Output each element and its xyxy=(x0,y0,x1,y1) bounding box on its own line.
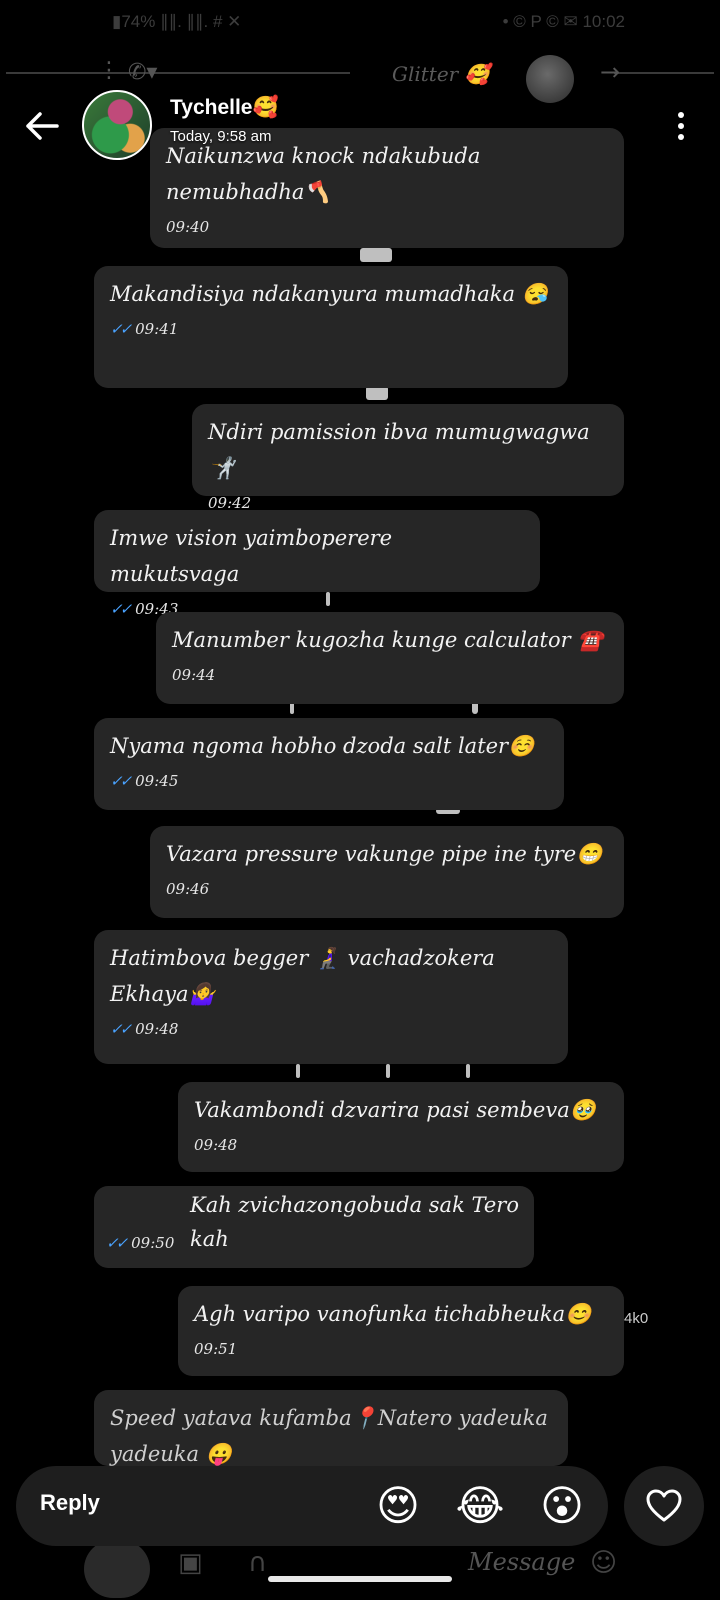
ghost-attach-icon: ∩ xyxy=(248,1548,268,1578)
contact-name[interactable]: Tychelle🥰 xyxy=(170,96,279,120)
ghost-composer: ▣ ∩ Message ☺ xyxy=(0,1540,720,1600)
message-text: Nyama ngoma hobho dzoda salt later☺️ xyxy=(110,734,535,758)
message-time: 09:46 xyxy=(166,880,210,898)
heart-outline-icon xyxy=(646,1489,682,1522)
message-text: Manumber kugozha kunge calculator ☎️ xyxy=(172,628,604,652)
message-text: Hatimbova begger 🧎‍♀️ vachadzokera Ekhay… xyxy=(110,946,495,1006)
message-text: Vakambondi dzvarira pasi sembeva🥹 xyxy=(194,1098,596,1122)
message-bubble: Hatimbova begger 🧎‍♀️ vachadzokera Ekhay… xyxy=(94,930,568,1064)
ghost-message-placeholder: Message xyxy=(468,1548,576,1576)
reaction-joy-button[interactable]: 😂 xyxy=(454,1480,506,1532)
story-timestamp: Today, 9:58 am xyxy=(170,128,272,145)
message-bubble: Imwe vision yaimboperere mukutsvaga ✓✓ 09… xyxy=(94,510,540,618)
message-bubble: Nyama ngoma hobho dzoda salt later☺️ ✓✓ 0… xyxy=(94,718,564,810)
message-time: 09:50 xyxy=(131,1234,175,1252)
read-receipt-icon: ✓✓ xyxy=(110,600,132,618)
home-indicator[interactable] xyxy=(268,1576,452,1582)
message-bubble: Vazara pressure vakunge pipe ine tyre😁 0… xyxy=(150,826,624,918)
message-bubble: Speed yatava kufamba📍Natero yadeuka yade… xyxy=(94,1390,568,1466)
story-header: Tychelle🥰 Today, 9:58 am xyxy=(0,88,720,168)
like-button[interactable] xyxy=(624,1466,704,1546)
chat-screenshot: Naikunzwa knock ndakubuda nemubhadha🪓 09… xyxy=(0,0,720,1600)
reply-bar[interactable]: Reply 😍 😂 😮 xyxy=(16,1466,608,1546)
message-time: 09:45 xyxy=(135,772,179,790)
message-text: Vazara pressure vakunge pipe ine tyre😁 xyxy=(166,842,603,866)
message-time: 09:48 xyxy=(194,1136,238,1154)
message-text: Agh varipo vanofunka tichabheuka😊 xyxy=(194,1302,592,1326)
message-bubble: Makandisiya ndakanyura mumadhaka 😪 ✓✓ 09:… xyxy=(94,266,568,388)
message-text: Kah zvichazongobuda sak Tero kah xyxy=(190,1193,519,1251)
ghost-mic-icon xyxy=(84,1540,150,1598)
read-receipt-icon: ✓✓ xyxy=(106,1234,128,1252)
message-text: Imwe vision yaimboperere mukutsvaga xyxy=(110,526,393,586)
back-button[interactable] xyxy=(20,104,64,148)
message-bubble: Vakambondi dzvarira pasi sembeva🥹 09:48 xyxy=(178,1082,624,1172)
read-receipt-icon: ✓✓ xyxy=(110,1020,132,1038)
more-vertical-icon xyxy=(678,112,684,118)
message-time: 09:51 xyxy=(194,1340,238,1358)
message-text: Speed yatava kufamba📍Natero yadeuka yade… xyxy=(110,1406,548,1466)
back-arrow-icon xyxy=(26,112,59,140)
message-bubble: Manumber kugozha kunge calculator ☎️ 09:… xyxy=(156,612,624,704)
reply-label[interactable]: Reply xyxy=(40,1490,100,1516)
read-receipt-icon: ✓✓ xyxy=(110,320,132,338)
avatar[interactable] xyxy=(82,90,152,160)
message-time: 09:40 xyxy=(166,218,210,236)
ghost-sticker-icon: ☺ xyxy=(590,1548,618,1578)
message-time: 09:41 xyxy=(135,320,179,338)
message-text: Makandisiya ndakanyura mumadhaka 😪 xyxy=(110,282,548,306)
message-bubble: Ndiri pamission ibva mumugwagwa🤺 09:42 xyxy=(192,404,624,512)
message-bubble: Agh varipo vanofunka tichabheuka😊 09:51 xyxy=(178,1286,624,1376)
message-bubble: ✓✓ 09:50 Kah zvichazongobuda sak Tero kah xyxy=(94,1186,534,1268)
ghost-camera-icon: ▣ xyxy=(178,1548,203,1578)
side-text: 4k0 xyxy=(624,1310,649,1327)
message-time: 09:48 xyxy=(135,1020,179,1038)
message-time: 09:44 xyxy=(172,666,216,684)
reaction-surprised-button[interactable]: 😮 xyxy=(536,1480,588,1532)
more-options-button[interactable] xyxy=(666,106,696,146)
read-receipt-icon: ✓✓ xyxy=(110,772,132,790)
message-text: Ndiri pamission ibva mumugwagwa🤺 xyxy=(208,420,590,480)
reaction-heart-eyes-button[interactable]: 😍 xyxy=(372,1480,424,1532)
